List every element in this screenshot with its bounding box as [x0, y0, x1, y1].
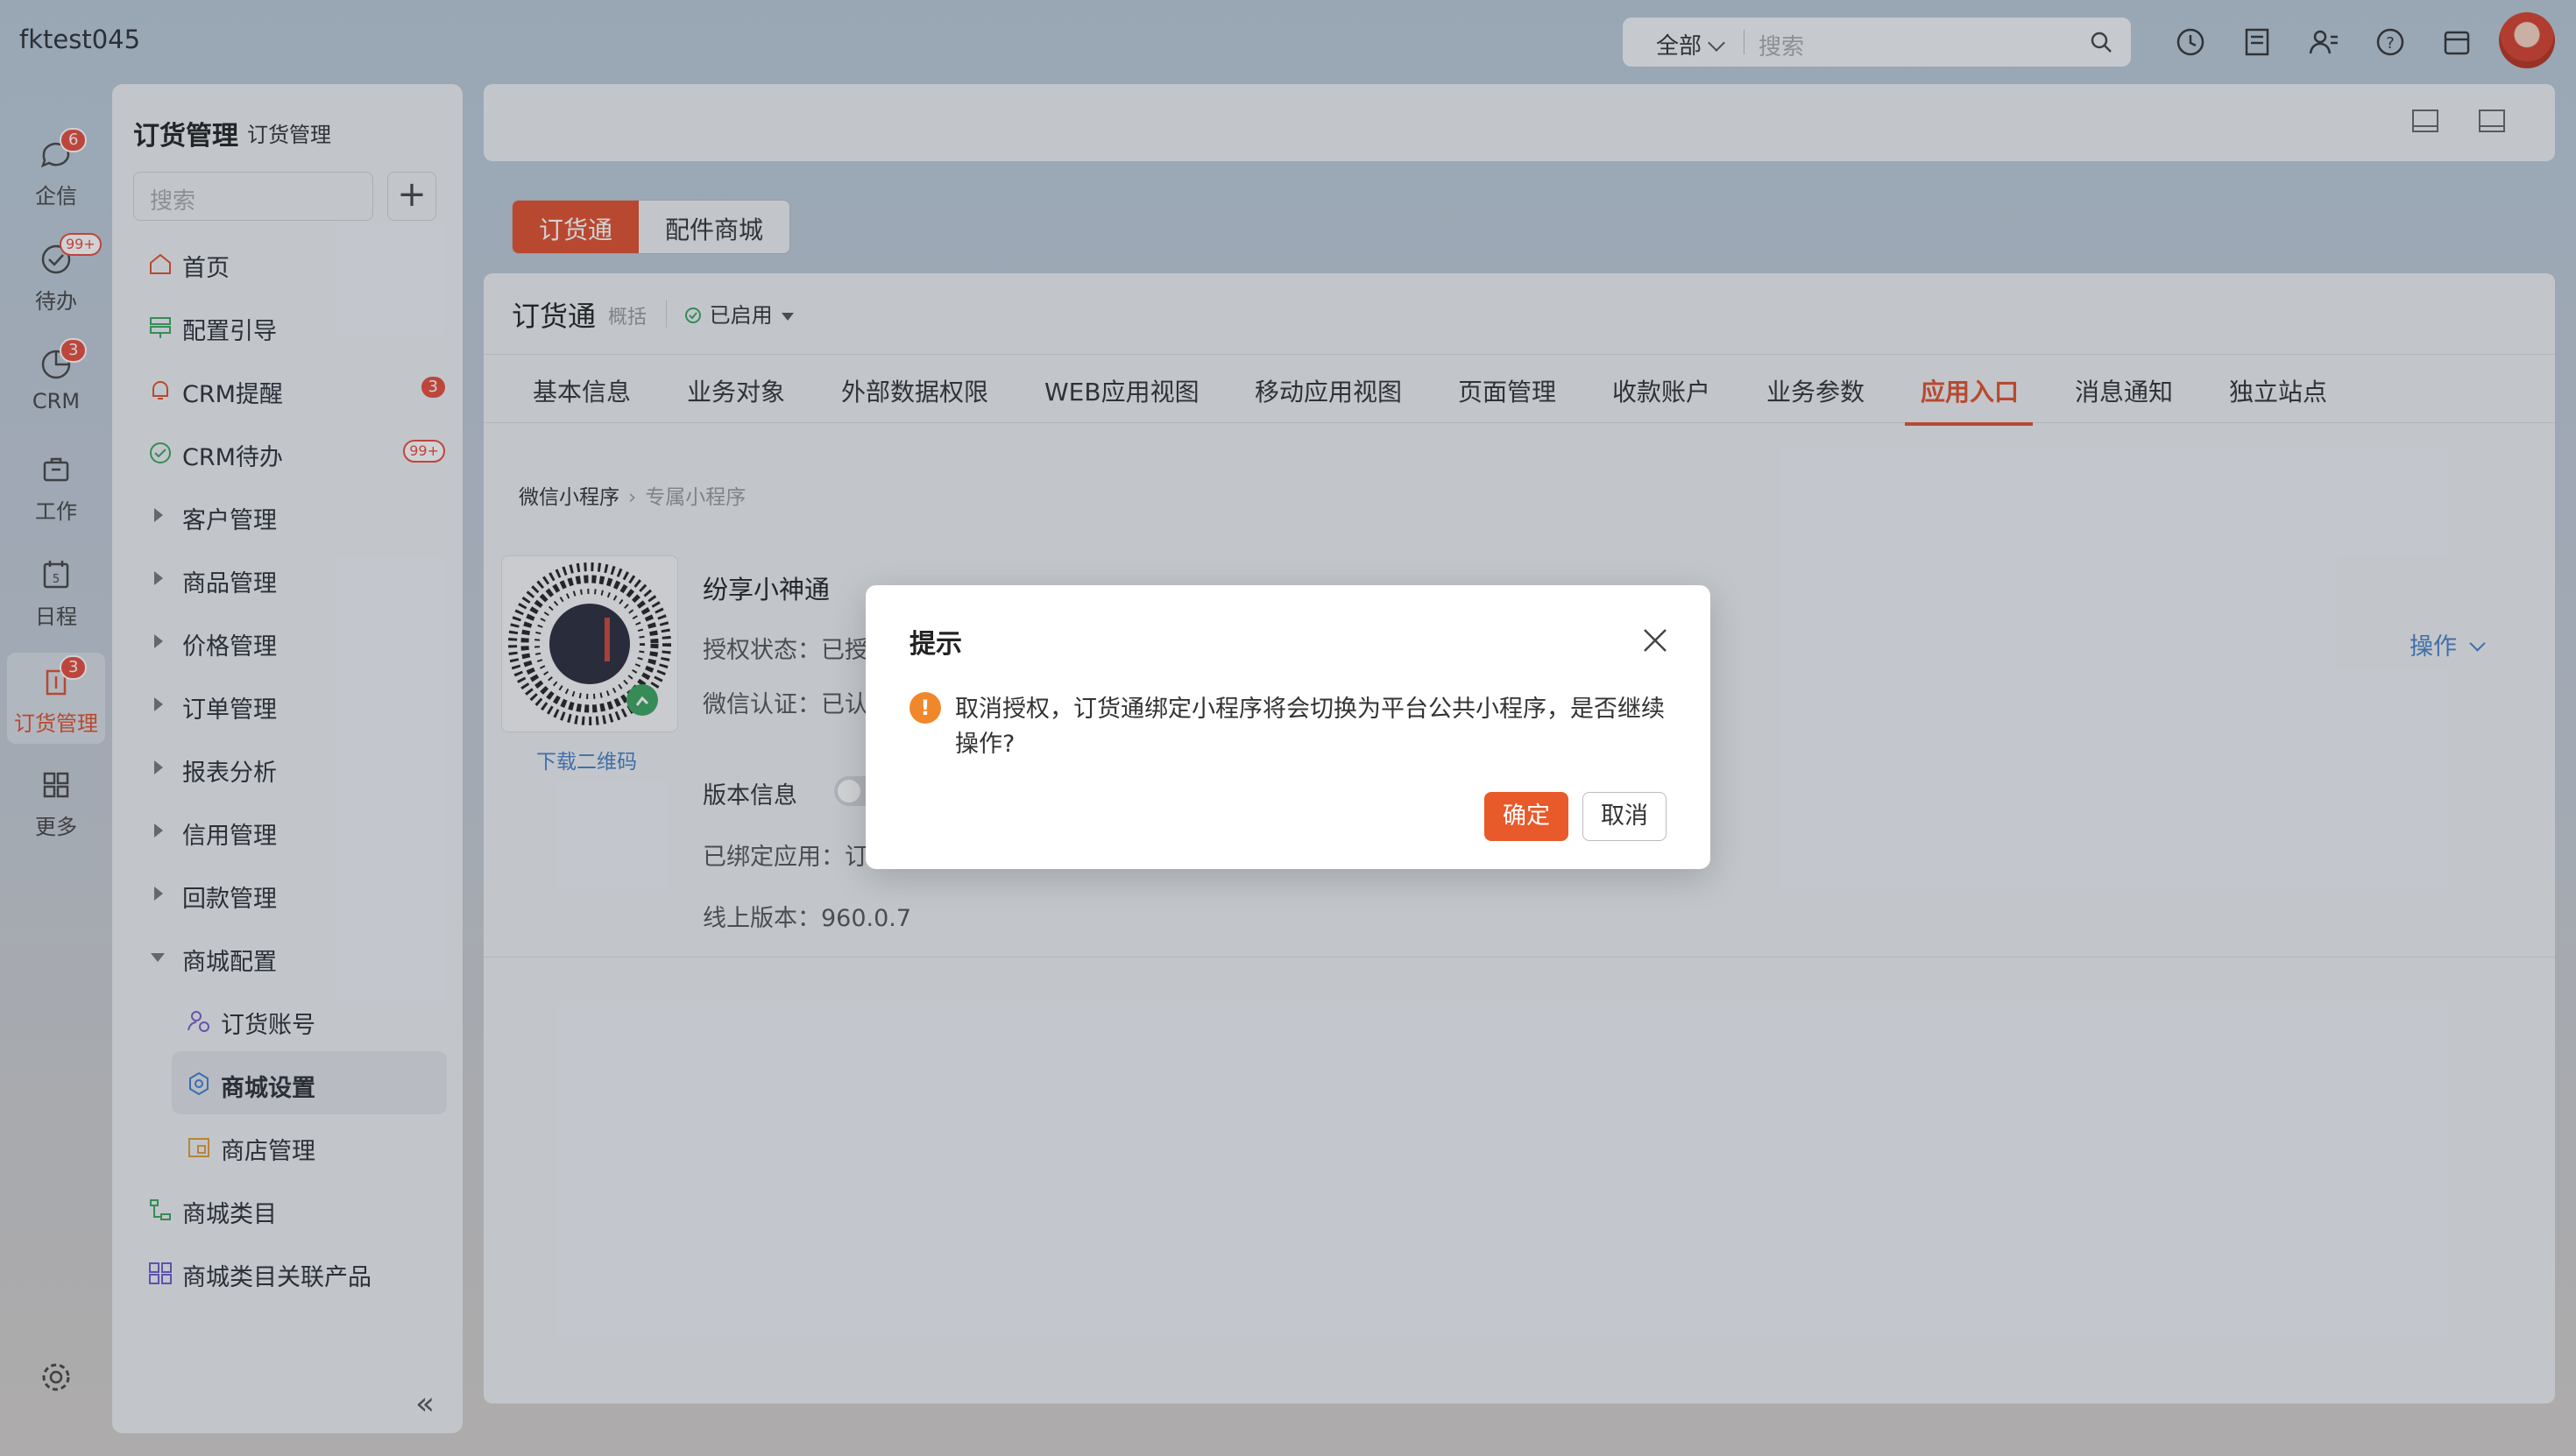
- close-icon[interactable]: [1640, 626, 1670, 655]
- confirm-dialog: 提示 ! 取消授权，订货通绑定小程序将会切换为平台公共小程序，是否继续操作? 确…: [866, 585, 1710, 869]
- cancel-button[interactable]: 取消: [1582, 792, 1667, 841]
- warning-icon: !: [909, 692, 941, 724]
- dialog-message: 取消授权，订货通绑定小程序将会切换为平台公共小程序，是否继续操作?: [955, 696, 1665, 758]
- dialog-title: 提示: [909, 629, 962, 660]
- confirm-button[interactable]: 确定: [1484, 792, 1568, 841]
